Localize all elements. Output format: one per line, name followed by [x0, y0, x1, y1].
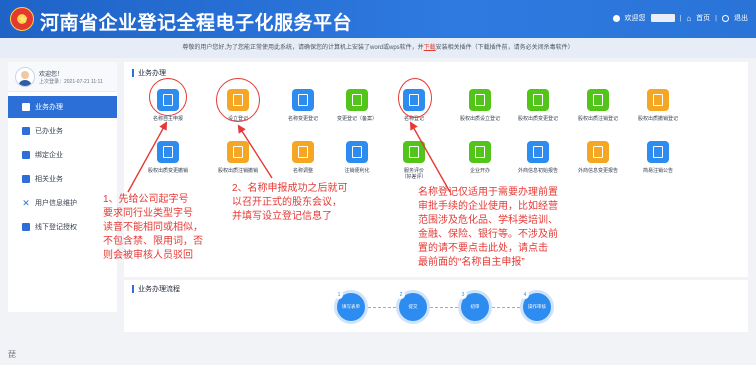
page-root: ★ 河南省企业登记全程电子化服务平台 欢迎您 | ⌂ 首页 | 退出 尊敬的用户…: [0, 0, 756, 365]
flow-step-submit: 2 提交: [396, 290, 430, 324]
flow-step-fill-form: 1 填写表单: [334, 290, 368, 324]
annotation-name-registration: 名称登记仅适用于需要办理前置 审批手续的企业使用，比如经营 范围涉及危化品、学科…: [418, 187, 558, 268]
arrow-to-name-register: [409, 121, 451, 193]
footer-glyph: 琵: [8, 350, 16, 359]
process-card: 业务办理流程 1 填写表单 2 提交 3 初审 4 操作审核: [124, 280, 748, 332]
arrow-to-name-declare: [127, 121, 168, 193]
arrow-to-establish: [237, 124, 273, 179]
annotation-naming-rules: 1、先给公司起字号 要求同行业类型字号 读音不能相同或相似， 不包含禁、限用词，…: [103, 194, 203, 261]
annotation-after-declare: 2、名称申报成功之后就可 以召开正式的股东会议， 并填写设立登记信息了: [232, 183, 348, 222]
flow-step-final-review: 4 操作审核: [520, 290, 554, 324]
section-title-flow: 业务办理流程: [132, 284, 180, 294]
flow-step-initial-review: 3 初审: [458, 290, 492, 324]
